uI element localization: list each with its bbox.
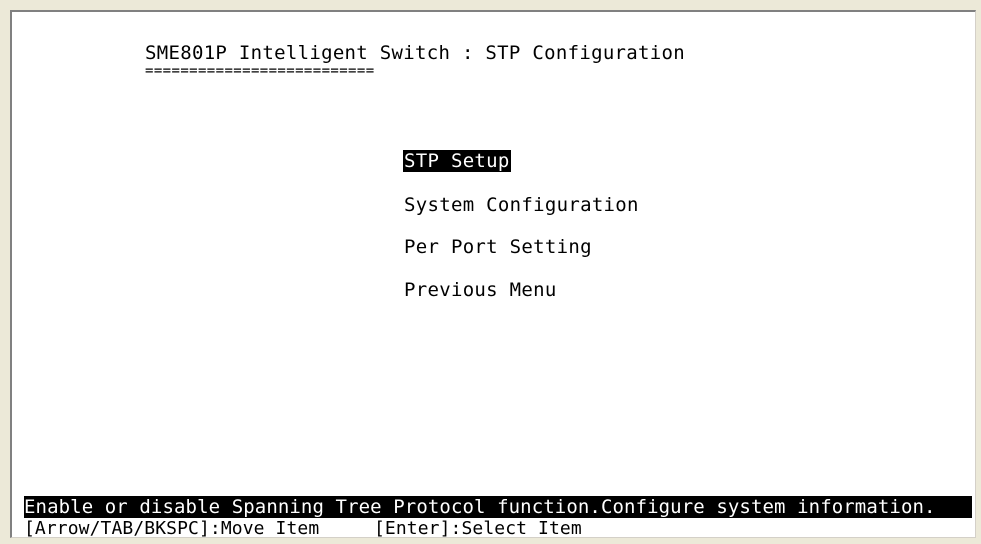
menu-item-stp-setup[interactable]: STP Setup [403,150,511,172]
title-underline: ========================== [145,63,375,79]
page-title: SME801P Intelligent Switch : STP Configu… [145,42,685,64]
menu-item-per-port-setting[interactable]: Per Port Setting [404,236,592,258]
terminal-window: SME801P Intelligent Switch : STP Configu… [0,0,981,544]
terminal-screen[interactable]: SME801P Intelligent Switch : STP Configu… [10,10,976,539]
menu-item-system-configuration[interactable]: System Configuration [404,194,639,216]
menu-item-previous-menu[interactable]: Previous Menu [404,279,557,301]
key-help-line: [Arrow/TAB/BKSPC]:Move Item [Enter]:Sele… [24,518,582,539]
status-message-bar: Enable or disable Spanning Tree Protocol… [24,496,972,518]
